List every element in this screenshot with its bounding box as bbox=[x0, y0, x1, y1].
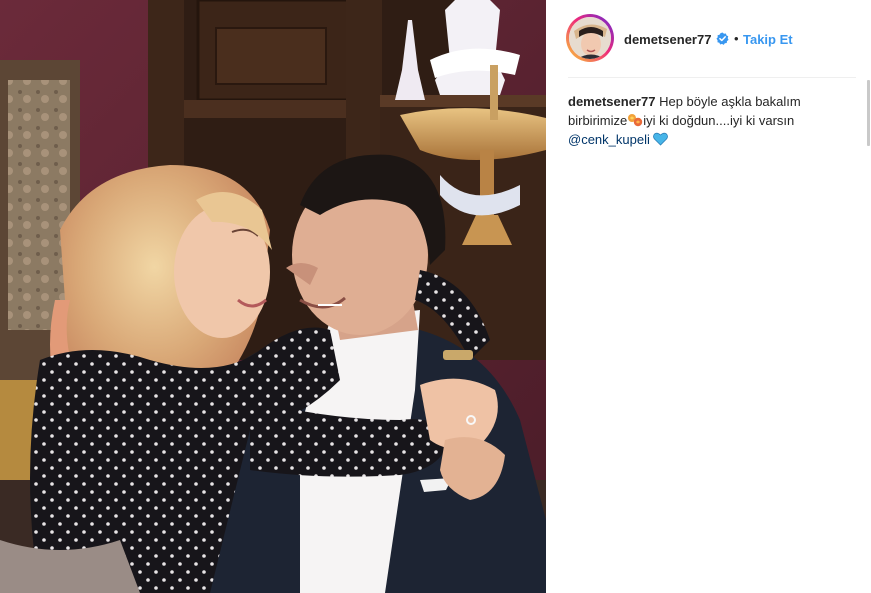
swirl-emoji-icon bbox=[628, 114, 643, 127]
verified-badge-icon bbox=[716, 32, 729, 45]
post-header: demetsener77 • Takip Et bbox=[546, 0, 871, 76]
follow-button[interactable]: Takip Et bbox=[743, 32, 793, 47]
caption-comment: demetsener77 Hep böyle aşkla bakalım bir… bbox=[568, 92, 868, 149]
story-ring[interactable] bbox=[566, 14, 614, 62]
caption-mention-link[interactable]: @cenk_kupeli bbox=[568, 132, 650, 147]
avatar[interactable] bbox=[569, 17, 611, 59]
blue-heart-emoji-icon bbox=[652, 132, 668, 146]
post-photo-image bbox=[0, 0, 546, 593]
header-separator: • bbox=[734, 31, 739, 46]
post-side-panel: demetsener77 • Takip Et demetsener77 Hep… bbox=[546, 0, 871, 593]
header-username[interactable]: demetsener77 bbox=[624, 32, 711, 47]
caption-username[interactable]: demetsener77 bbox=[568, 94, 655, 109]
avatar-image bbox=[569, 17, 611, 59]
header-divider bbox=[568, 77, 856, 78]
caption-line1: Hep böyle aşkla bakalım bbox=[659, 94, 801, 109]
caption-line2-start: birbirimize bbox=[568, 113, 628, 128]
post-photo[interactable] bbox=[0, 0, 546, 593]
caption-line2-end: iyi ki doğdun....iyi ki varsın bbox=[643, 113, 795, 128]
comments-scrollbar[interactable] bbox=[867, 80, 870, 146]
